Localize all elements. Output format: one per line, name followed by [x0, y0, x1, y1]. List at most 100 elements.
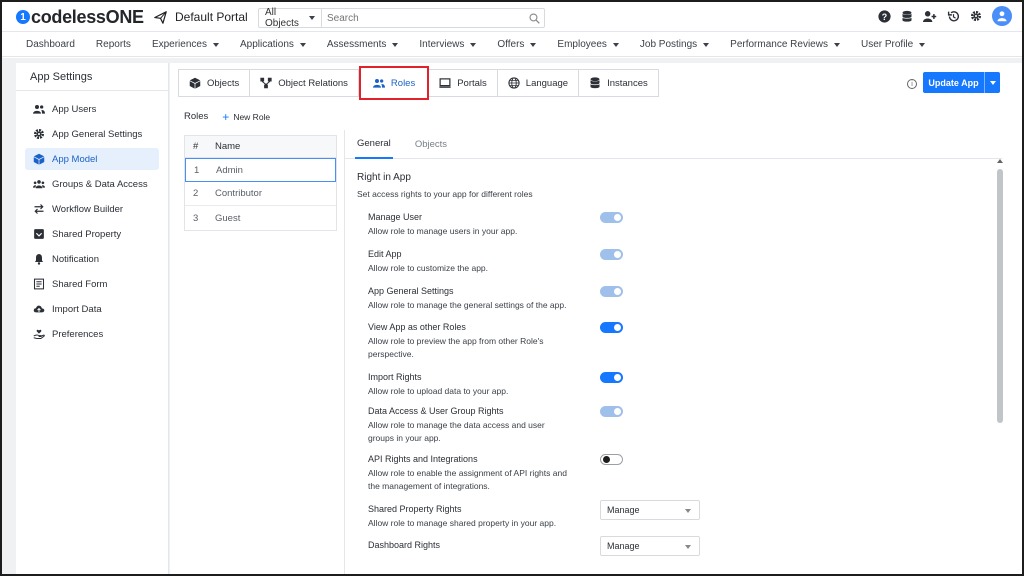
dashboard-rights-select[interactable]: Manage: [600, 536, 700, 556]
tab-role-objects[interactable]: Objects: [413, 130, 449, 159]
nav-item-reports[interactable]: Reports: [96, 39, 131, 50]
shared-property-rights-select[interactable]: Manage: [600, 500, 700, 520]
sidebar-title: App Settings: [16, 63, 168, 91]
tab-general[interactable]: General: [355, 130, 393, 159]
chevron-down-icon: [392, 42, 399, 47]
chevron-down-icon: [612, 42, 619, 47]
search-scope-dropdown[interactable]: All Objects: [259, 7, 322, 29]
permission-description: Allow role to manage the data access and…: [368, 420, 545, 443]
role-name: Contributor: [215, 188, 262, 199]
database-icon: [590, 77, 600, 89]
monitor-icon: [439, 78, 451, 88]
sidebar-item-preferences[interactable]: Preferences: [25, 323, 159, 345]
user-avatar[interactable]: [992, 6, 1012, 26]
scroll-up-arrow-icon[interactable]: [997, 159, 1003, 163]
view-app-as-other-roles-toggle[interactable]: [600, 322, 623, 333]
api-rights-toggle[interactable]: [600, 454, 623, 465]
table-row[interactable]: 1 Admin: [185, 158, 336, 182]
swap-arrows-icon: [34, 204, 44, 214]
settings-gear-icon[interactable]: [969, 9, 983, 23]
edit-app-toggle[interactable]: [600, 249, 623, 260]
sidebar-item-shared-form[interactable]: Shared Form: [25, 273, 159, 295]
permission-description: Allow role to upload data to your app.: [368, 386, 509, 396]
chevron-down-icon: [530, 42, 537, 47]
bell-icon: [34, 254, 44, 265]
nav-item-offers[interactable]: Offers: [497, 39, 537, 50]
sidebar-item-label: App Users: [52, 103, 97, 115]
sidebar-item-label: Shared Form: [52, 278, 108, 290]
update-app-label: Update App: [928, 77, 979, 88]
nav-item-user-profile[interactable]: User Profile: [861, 39, 926, 50]
data-access-toggle[interactable]: [600, 406, 623, 417]
chevron-down-icon: [989, 80, 996, 85]
history-icon[interactable]: [946, 9, 960, 23]
hand-heart-icon: [33, 329, 45, 339]
select-value: Manage: [607, 541, 640, 551]
help-icon[interactable]: ?: [877, 9, 891, 23]
nav-item-job-postings[interactable]: Job Postings: [640, 39, 710, 50]
permission-title: Data Access & User Group Rights: [368, 406, 504, 416]
permission-description: Allow role to preview the app from other…: [368, 336, 544, 359]
permission-shared-property-rights: Shared Property Rights Allow role to man…: [368, 500, 700, 530]
sidebar-item-app-model[interactable]: App Model: [25, 148, 159, 170]
search-input[interactable]: [322, 9, 524, 27]
permission-title: App General Settings: [368, 286, 454, 296]
sidebar-item-workflow-builder[interactable]: Workflow Builder: [25, 198, 159, 220]
chevron-down-icon: [685, 545, 691, 549]
globe-icon: [508, 77, 520, 89]
update-options-toggle[interactable]: [984, 72, 1000, 93]
tab-instances[interactable]: Instances: [579, 69, 659, 97]
nav-item-assessments[interactable]: Assessments: [327, 39, 399, 50]
search-icon[interactable]: [524, 12, 544, 24]
model-tabs: Objects Object Relations Roles Portals L…: [178, 66, 659, 100]
add-user-icon[interactable]: [923, 9, 937, 23]
sidebar-item-import-data[interactable]: Import Data: [25, 298, 159, 320]
nav-item-performance-reviews[interactable]: Performance Reviews: [730, 39, 840, 50]
tab-roles[interactable]: Roles: [358, 66, 430, 100]
nav-item-experiences[interactable]: Experiences: [152, 39, 219, 50]
tab-label: Instances: [607, 77, 648, 89]
permission-edit-app: Edit App Allow role to customize the app…: [368, 249, 628, 275]
tab-language[interactable]: Language: [497, 69, 580, 97]
portal-selector[interactable]: Default Portal: [154, 10, 248, 24]
table-row[interactable]: 2 Contributor: [185, 182, 336, 206]
vertical-scrollbar[interactable]: [996, 159, 1004, 574]
sidebar-item-shared-property[interactable]: Shared Property: [25, 223, 159, 245]
nav-item-employees[interactable]: Employees: [557, 39, 619, 50]
chevron-down-icon: [309, 16, 315, 20]
app-logo[interactable]: 1 codelessONE: [16, 6, 144, 27]
sidebar-item-app-users[interactable]: App Users: [25, 98, 159, 120]
tab-label: Object Relations: [278, 77, 348, 89]
roles-table: # Name 1 Admin 2 Contributor 3 Guest: [184, 135, 337, 231]
sidebar-item-groups-data-access[interactable]: Groups & Data Access: [25, 173, 159, 195]
nav-item-dashboard[interactable]: Dashboard: [26, 39, 75, 50]
app-general-settings-toggle[interactable]: [600, 286, 623, 297]
manage-user-toggle[interactable]: [600, 212, 623, 223]
sidebar-item-label: Workflow Builder: [52, 203, 124, 215]
row-number: 1: [194, 164, 200, 176]
update-app-button[interactable]: Update App: [923, 72, 1000, 93]
scrollbar-thumb[interactable]: [997, 169, 1003, 423]
tab-portals[interactable]: Portals: [429, 69, 498, 97]
sidebar-item-app-general-settings[interactable]: App General Settings: [25, 123, 159, 145]
group-icon: [33, 180, 45, 189]
sidebar-item-notification[interactable]: Notification: [25, 248, 159, 270]
table-row[interactable]: 3 Guest: [185, 206, 336, 230]
permission-dashboard-rights: Dashboard Rights Manage: [368, 536, 700, 556]
plus-icon: +: [222, 109, 230, 124]
tab-objects[interactable]: Objects: [178, 69, 251, 97]
info-icon[interactable]: i: [907, 79, 917, 89]
nav-item-applications[interactable]: Applications: [240, 39, 306, 50]
chevron-down-icon: [299, 42, 306, 47]
permissions-scroll-area[interactable]: Right in App Set access rights to your a…: [345, 160, 1003, 574]
permission-api-rights: API Rights and Integrations Allow role t…: [368, 454, 623, 493]
new-role-button[interactable]: + New Role: [222, 109, 270, 124]
top-bar: 1 codelessONE Default Portal All Objects…: [2, 2, 1022, 32]
tab-object-relations[interactable]: Object Relations: [250, 69, 359, 97]
logo-text: codelessONE: [31, 6, 144, 27]
nav-item-interviews[interactable]: Interviews: [419, 39, 477, 50]
sidebar-item-label: Notification: [52, 253, 99, 265]
import-rights-toggle[interactable]: [600, 372, 623, 383]
database-icon[interactable]: [900, 9, 914, 23]
permission-description: Allow role to manage users in your app.: [368, 226, 518, 236]
